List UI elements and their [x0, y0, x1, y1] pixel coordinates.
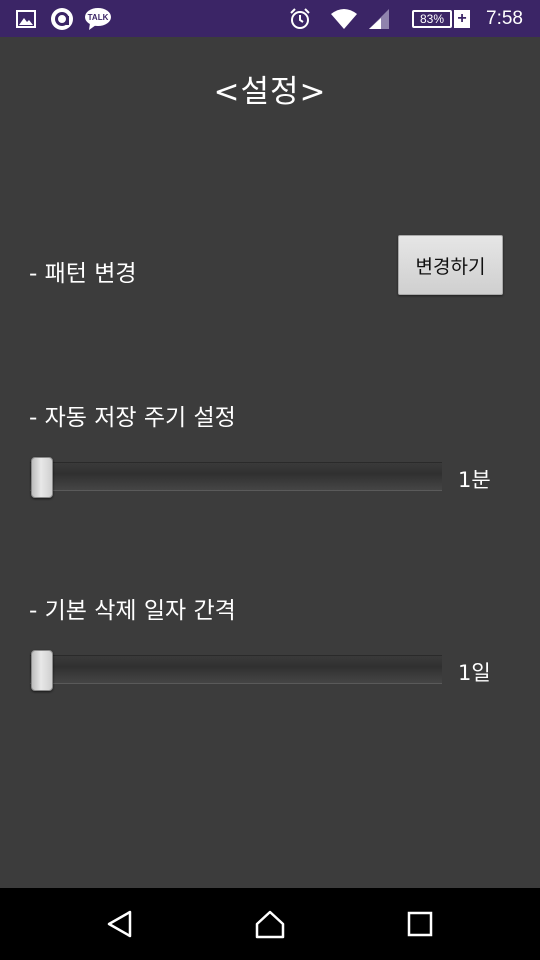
status-bar: TALK 83% + 7:58: [0, 0, 540, 37]
a-circle-icon: [50, 0, 74, 37]
page-title: <설정>: [213, 74, 327, 110]
recent-apps-icon: [407, 911, 433, 937]
autosave-interval-value: 1분: [458, 468, 491, 492]
home-icon: [255, 910, 285, 939]
pattern-change-label: - 패턴 변경: [29, 261, 137, 287]
talk-icon: TALK: [84, 0, 112, 37]
wifi-icon: [330, 0, 358, 37]
home-button[interactable]: [235, 888, 305, 960]
slider-track[interactable]: [30, 655, 442, 684]
back-icon: [107, 910, 132, 938]
alarm-clock-icon: [288, 0, 312, 37]
signal-icon: [367, 0, 391, 37]
charging-plus-icon: +: [454, 9, 470, 28]
battery-icon: 83% +: [412, 0, 470, 37]
slider-track[interactable]: [30, 462, 442, 491]
slider-thumb[interactable]: [31, 650, 53, 691]
autosave-interval-label: - 자동 저장 주기 설정: [29, 405, 236, 431]
battery-percent: 83%: [419, 11, 445, 26]
recent-apps-button[interactable]: [385, 888, 455, 960]
delete-interval-slider[interactable]: [30, 649, 442, 693]
navigation-bar: [0, 888, 540, 960]
slider-thumb[interactable]: [31, 457, 53, 498]
autosave-interval-slider[interactable]: [30, 456, 442, 500]
status-clock: 7:58: [486, 7, 523, 29]
back-button[interactable]: [85, 888, 155, 960]
change-pattern-button[interactable]: 변경하기: [398, 235, 503, 295]
delete-interval-label: - 기본 삭제 일자 간격: [29, 598, 236, 624]
gallery-icon: [16, 0, 36, 37]
svg-text:TALK: TALK: [88, 13, 109, 22]
delete-interval-value: 1일: [458, 661, 491, 685]
